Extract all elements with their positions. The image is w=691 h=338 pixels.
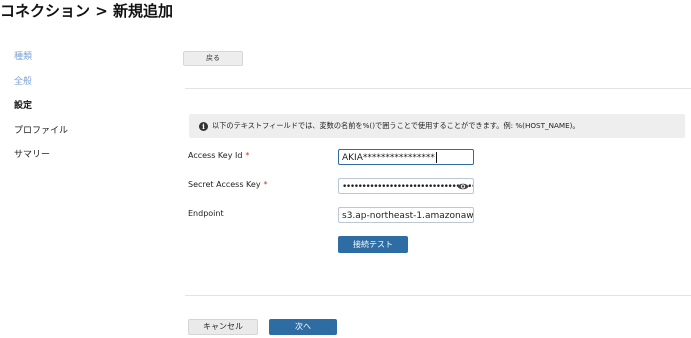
secret-access-key-label-text: Secret Access Key [188, 180, 261, 189]
access-key-id-label: Access Key Id * [188, 151, 249, 160]
text-caret [435, 152, 437, 163]
step-settings[interactable]: 設定 [14, 99, 68, 124]
step-general[interactable]: 全般 [14, 75, 68, 100]
top-divider [185, 88, 691, 89]
test-connection-button[interactable]: 接続テスト [338, 236, 408, 253]
access-key-id-value: AKIA**************** [342, 153, 435, 163]
info-text: 以下のテキストフィールドでは、変数の名前を%()で囲うことで使用することができま… [212, 121, 580, 130]
endpoint-input[interactable]: s3.ap-northeast-1.amazonaws.com [338, 207, 474, 223]
required-mark: * [263, 180, 268, 189]
step-profile[interactable]: プロファイル [14, 124, 68, 149]
eye-icon[interactable] [457, 182, 469, 191]
step-type[interactable]: 種類 [14, 50, 68, 75]
info-icon: i [199, 121, 208, 131]
info-banner: i 以下のテキストフィールドでは、変数の名前を%()で囲うことで使用することができ… [189, 114, 685, 138]
secret-access-key-value: •••••••••••••••••••••••••••••••••••••••• [342, 182, 473, 192]
bottom-divider [185, 295, 691, 296]
access-key-id-label-text: Access Key Id [188, 151, 243, 160]
access-key-id-input[interactable]: AKIA**************** [338, 149, 474, 165]
endpoint-value: s3.ap-northeast-1.amazonaws.com [342, 211, 474, 221]
step-summary[interactable]: サマリー [14, 148, 68, 173]
secret-access-key-input[interactable]: •••••••••••••••••••••••••••••••••••••••• [338, 178, 474, 194]
wizard-steps: 種類 全般 設定 プロファイル サマリー [14, 50, 68, 173]
page-title: コネクション > 新規追加 [0, 2, 174, 20]
required-mark: * [245, 151, 250, 160]
next-button[interactable]: 次へ [269, 319, 337, 335]
back-button[interactable]: 戻る [183, 51, 243, 66]
secret-access-key-label: Secret Access Key * [188, 180, 268, 189]
endpoint-label: Endpoint [188, 209, 224, 218]
cancel-button[interactable]: キャンセル [188, 319, 258, 335]
